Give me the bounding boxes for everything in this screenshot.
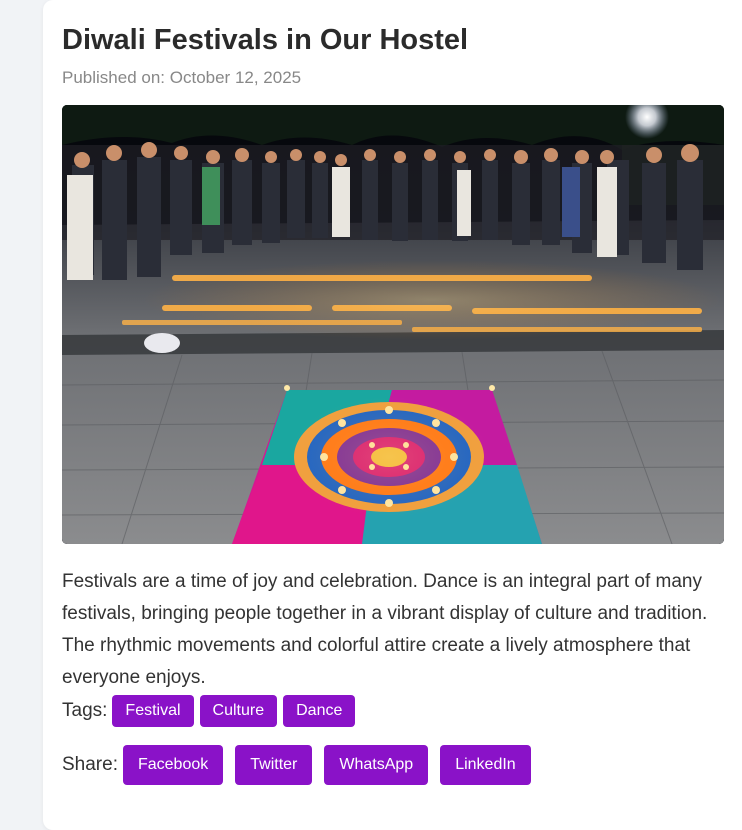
share-whatsapp-button[interactable]: WhatsApp [324,745,429,785]
tags-row: Tags: Festival Culture Dance [62,695,361,727]
share-twitter-button[interactable]: Twitter [235,745,313,785]
tags-label: Tags: [62,700,108,721]
tag-culture[interactable]: Culture [199,695,278,727]
post-image [62,105,724,544]
tag-dance[interactable]: Dance [283,695,356,727]
share-facebook-button[interactable]: Facebook [122,745,224,785]
share-row: Share: Facebook Twitter WhatsApp LinkedI… [62,745,543,785]
post-body: Festivals are a time of joy and celebrat… [62,571,708,688]
post-title: Diwali Festivals in Our Hostel [62,24,469,56]
published-date: Published on: October 12, 2025 [62,68,302,87]
share-linkedin-button[interactable]: LinkedIn [440,745,531,785]
tag-festival[interactable]: Festival [112,695,194,727]
share-label: Share: [62,754,118,775]
